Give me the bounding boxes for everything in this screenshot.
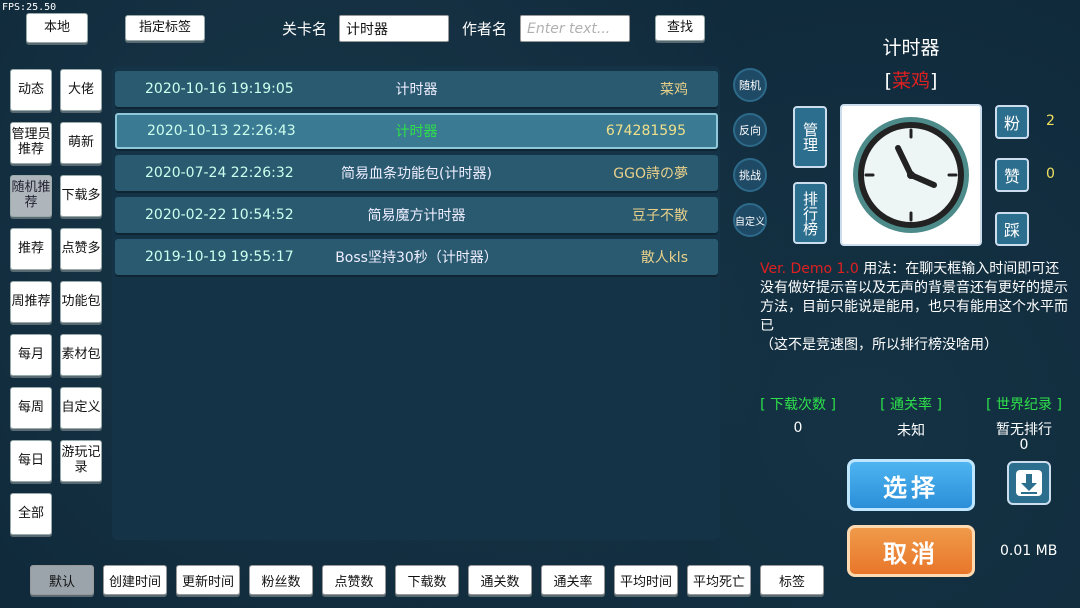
sort-clear-rate[interactable]: 通关率 — [541, 565, 605, 595]
sort-tags[interactable]: 标签 — [760, 565, 824, 595]
level-author: [菜鸡] — [840, 66, 982, 93]
sort-default[interactable]: 默认 — [30, 565, 94, 595]
filter-play-history[interactable]: 游玩记录 — [60, 440, 102, 482]
sort-updated-time[interactable]: 更新时间 — [176, 565, 240, 595]
downloads-label: [ 下载次数 ] — [760, 397, 836, 413]
custom-mode-button[interactable]: 自定义 — [733, 203, 767, 237]
sort-avg-time[interactable]: 平均时间 — [614, 565, 678, 595]
filter-admin-recommend[interactable]: 管理员推荐 — [10, 122, 52, 164]
sort-fans[interactable]: 粉丝数 — [249, 565, 313, 595]
table-row[interactable]: 2019-10-19 19:55:17 Boss坚持30秒（计时器） 散人kls — [115, 239, 718, 275]
fan-count: 2 — [1046, 113, 1055, 129]
level-description: Ver. Demo 1.0 用法：在聊天框输入时间即可还没有做好提示音以及无声的… — [760, 260, 1070, 355]
row-author: GGO詩の夢 — [613, 166, 688, 182]
world-record-label: [ 世界纪录 ] — [986, 397, 1062, 413]
fan-button[interactable]: 粉 — [995, 105, 1029, 139]
row-title: Boss坚持30秒（计时器） — [335, 250, 498, 266]
filter-custom[interactable]: 自定义 — [60, 387, 102, 429]
filter-dynamic[interactable]: 动态 — [10, 69, 52, 111]
filter-monthly[interactable]: 每月 — [10, 334, 52, 376]
fps-counter: FPS:25.50 — [2, 2, 57, 13]
filter-most-likes[interactable]: 点赞多 — [60, 228, 102, 270]
download-icon — [1016, 470, 1042, 496]
select-button[interactable]: 选择 — [847, 459, 975, 511]
row-author: 散人kls — [640, 250, 688, 266]
filter-function-pack[interactable]: 功能包 — [60, 281, 102, 323]
leaderboard-button[interactable]: 排行榜 — [793, 182, 827, 244]
author-name-input[interactable]: Enter text... — [520, 15, 630, 42]
filter-all[interactable]: 全部 — [10, 493, 52, 535]
clock-icon — [853, 117, 969, 233]
level-author-name: 菜鸡 — [891, 70, 930, 92]
download-button[interactable] — [1007, 461, 1051, 505]
row-author: 菜鸡 — [660, 82, 688, 98]
level-name-input[interactable]: 计时器 — [339, 15, 449, 42]
filter-random-recommend[interactable]: 随机推荐 — [10, 175, 52, 217]
challenge-mode-button[interactable]: 挑战 — [733, 158, 767, 192]
sort-clears[interactable]: 通关数 — [468, 565, 532, 595]
manage-button[interactable]: 管理 — [793, 106, 827, 168]
like-button[interactable]: 赞 — [995, 158, 1029, 192]
row-author: 豆子不散 — [632, 208, 688, 224]
like-count: 0 — [1046, 166, 1055, 182]
version-label: Ver. Demo 1.0 — [760, 261, 859, 277]
sort-downloads[interactable]: 下载数 — [395, 565, 459, 595]
table-row[interactable]: 2020-02-22 10:54:52 简易魔方计时器 豆子不散 — [115, 197, 718, 233]
table-row-selected[interactable]: 2020-10-13 22:26:43 计时器 674281595 — [115, 113, 718, 149]
dislike-button[interactable]: 踩 — [995, 212, 1029, 246]
sort-avg-deaths[interactable]: 平均死亡 — [687, 565, 751, 595]
file-size: 0.01 MB — [1000, 543, 1058, 559]
level-title: 计时器 — [882, 37, 940, 59]
filter-pro[interactable]: 大佬 — [60, 69, 102, 111]
level-name-label: 关卡名 — [282, 20, 328, 38]
filter-daily[interactable]: 每日 — [10, 440, 52, 482]
table-row[interactable]: 2020-07-24 22:26:32 简易血条功能包(计时器) GGO詩の夢 — [115, 155, 718, 191]
row-title: 简易魔方计时器 — [367, 208, 466, 224]
pass-rate-value: 未知 — [897, 423, 925, 439]
random-mode-button[interactable]: 随机 — [733, 68, 767, 102]
author-bracket-close: ] — [930, 70, 938, 92]
local-button[interactable]: 本地 — [26, 13, 88, 43]
table-row[interactable]: 2020-10-16 19:19:05 计时器 菜鸡 — [115, 71, 718, 107]
cancel-button[interactable]: 取消 — [847, 525, 975, 577]
author-name-label: 作者名 — [462, 20, 508, 38]
world-record-value: 暂无排行 — [996, 422, 1052, 438]
filter-most-downloads[interactable]: 下载多 — [60, 175, 102, 217]
search-button[interactable]: 查找 — [655, 15, 705, 41]
sort-created-time[interactable]: 创建时间 — [103, 565, 167, 595]
row-title: 计时器 — [395, 82, 438, 98]
author-bracket-open: [ — [884, 70, 892, 92]
tag-filter-button[interactable]: 指定标签 — [125, 15, 205, 41]
filter-weekly[interactable]: 每周 — [10, 387, 52, 429]
world-record-count: 0 — [1019, 437, 1029, 453]
filter-newbie[interactable]: 萌新 — [60, 122, 102, 164]
pass-rate-label: [ 通关率 ] — [880, 397, 942, 413]
filter-weekly-recommend[interactable]: 周推荐 — [10, 281, 52, 323]
row-author: 674281595 — [605, 123, 686, 139]
filter-recommend[interactable]: 推荐 — [10, 228, 52, 270]
sort-likes[interactable]: 点赞数 — [322, 565, 386, 595]
level-thumbnail — [840, 104, 982, 246]
reverse-mode-button[interactable]: 反向 — [733, 113, 767, 147]
downloads-value: 0 — [793, 420, 803, 436]
filter-asset-pack[interactable]: 素材包 — [60, 334, 102, 376]
